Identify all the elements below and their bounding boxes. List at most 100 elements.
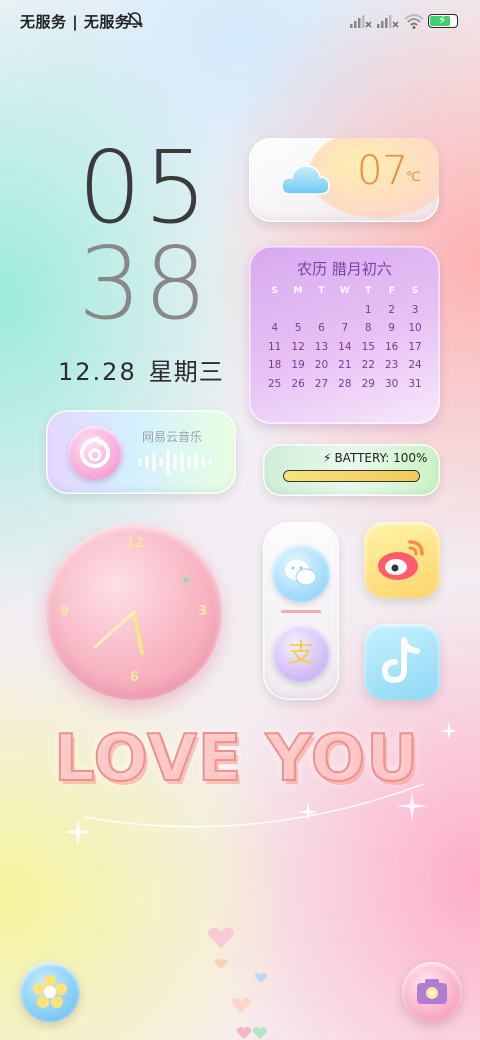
music-widget[interactable]: 网易云音乐: [46, 410, 236, 494]
calendar-day[interactable]: 4: [263, 319, 286, 338]
wifi-icon: [404, 14, 424, 29]
clock-minute: 38: [78, 225, 210, 342]
calendar-day: [286, 301, 309, 320]
carrier-text: 无服务 | 无服务: [20, 13, 131, 31]
temperature: 07: [357, 148, 408, 194]
calendar-day[interactable]: 30: [380, 375, 403, 394]
battery-percent-text: BATTERY: 100%: [334, 451, 428, 465]
lunar-date: 农历 腊月初六: [297, 260, 392, 278]
calendar-weekday-label: T: [365, 286, 372, 296]
calendar-day[interactable]: 11: [263, 338, 286, 357]
stack-divider: [281, 610, 321, 613]
calendar-day[interactable]: 26: [286, 375, 309, 394]
minute-hand: [93, 610, 136, 649]
calendar-week-row: 123: [263, 301, 427, 320]
date-line: 12.28 星期三: [58, 352, 224, 387]
calendar-widget[interactable]: 农历 腊月初六 S M T W T F S 1 2 3 4 5 6 7 8 9 10 11 12 13 14 15 16 17…: [249, 246, 440, 424]
bolt-icon: ⚡: [323, 451, 332, 465]
calendar-weekday-label: S: [411, 286, 419, 296]
clock-hands: [93, 577, 189, 656]
calendar-day[interactable]: 19: [286, 356, 309, 375]
calendar-day[interactable]: 13: [310, 338, 333, 357]
calendar-day: [263, 301, 286, 320]
calendar-day[interactable]: 18: [263, 356, 286, 375]
decor-arc: [83, 783, 425, 828]
calendar-day[interactable]: 27: [310, 375, 333, 394]
status-bar: 无服务 | 无服务 ⚡: [0, 0, 480, 44]
calendar-day[interactable]: 16: [380, 338, 403, 357]
heart-icon: [231, 997, 251, 1013]
calendar-day[interactable]: 10: [403, 319, 426, 338]
camera-icon[interactable]: [402, 962, 462, 1022]
calendar-week-row: 11 12 13 14 15 16 17: [263, 338, 427, 357]
calendar-weekday-label: M: [293, 286, 303, 296]
weibo-icon[interactable]: [364, 522, 440, 598]
calendar-day-today[interactable]: 28: [333, 375, 356, 394]
calendar-day[interactable]: 12: [286, 338, 309, 357]
sparkle-icon: [64, 818, 92, 846]
calendar-day[interactable]: 17: [403, 338, 426, 357]
calendar-day[interactable]: 23: [380, 356, 403, 375]
hour-hand: [132, 610, 145, 656]
waveform-icon: [138, 449, 212, 475]
calendar-weekday-label: F: [388, 286, 395, 296]
tiktok-icon[interactable]: [364, 624, 440, 700]
calendar-day[interactable]: 1: [357, 301, 380, 320]
analog-clock-widget[interactable]: 12 3 6 9: [46, 524, 222, 700]
battery-bar-fill: [284, 471, 419, 481]
alipay-icon[interactable]: 支: [272, 624, 330, 682]
calendar-day[interactable]: 5: [286, 319, 309, 338]
app-stack: 支: [263, 522, 339, 700]
weekday-text: 星期三: [148, 358, 224, 386]
calendar-day[interactable]: 14: [333, 338, 356, 357]
signal-icon: [350, 15, 372, 28]
calendar-day[interactable]: 7: [333, 319, 356, 338]
calendar-weekday-label: S: [271, 286, 278, 296]
sparkle-icon: [396, 790, 428, 822]
sparkle-icon: [440, 722, 458, 740]
battery-charging-icon: ⚡: [428, 13, 458, 28]
calendar-day[interactable]: 3: [403, 301, 426, 320]
heart-icon: [214, 958, 228, 969]
battery-widget[interactable]: ⚡ BATTERY: 100%: [263, 444, 440, 496]
calendar-day[interactable]: 29: [357, 375, 380, 394]
calendar-day[interactable]: 31: [403, 375, 426, 394]
calendar-weekday-label: W: [339, 286, 350, 296]
sparkle-icon: [298, 802, 318, 822]
calendar-grid: S M T W T F S 1 2 3 4 5 6 7 8 9 10 11 12 13 14 15 16 17 18 19 20 21…: [263, 282, 427, 393]
date-text: 12.28: [58, 358, 137, 386]
calendar-day[interactable]: 22: [357, 356, 380, 375]
calendar-week-row: 18 19 20 21 22 23 24: [263, 356, 427, 375]
battery-bar: [283, 470, 420, 482]
temperature-unit: ℃: [406, 170, 421, 185]
calendar-weekday-header: SMTWTFS: [263, 282, 427, 301]
calendar-day[interactable]: 8: [357, 319, 380, 338]
calendar-day[interactable]: 15: [357, 338, 380, 357]
flower-icon[interactable]: [20, 962, 80, 1022]
calendar-weekday-label: T: [318, 286, 325, 296]
calendar-day[interactable]: 6: [310, 319, 333, 338]
svg-text:支: 支: [288, 639, 314, 669]
calendar-week-row: 4 5 6 7 8 9 10: [263, 319, 427, 338]
calendar-day[interactable]: 9: [380, 319, 403, 338]
heart-icon: [236, 1026, 268, 1039]
digital-clock[interactable]: 05 38: [78, 138, 208, 334]
mute-bell-icon: [126, 12, 144, 28]
calendar-day[interactable]: 25: [263, 375, 286, 394]
calendar-day: [333, 301, 356, 320]
battery-label: ⚡ BATTERY: 100%: [323, 451, 427, 465]
calendar-day[interactable]: 24: [403, 356, 426, 375]
heart-icon: [208, 927, 234, 948]
calendar-day[interactable]: 2: [380, 301, 403, 320]
heart-icon: [254, 972, 268, 983]
wechat-icon[interactable]: [272, 544, 330, 602]
calendar-day[interactable]: 21: [333, 356, 356, 375]
clock-dot: [183, 577, 189, 583]
calendar-week-row: 25 26 27 28 29 30 31: [263, 375, 427, 394]
calendar-day[interactable]: 20: [310, 356, 333, 375]
weather-widget[interactable]: 07 ℃: [249, 138, 439, 222]
cloud-icon: [281, 165, 330, 195]
music-app-title: 网易云音乐: [142, 430, 203, 444]
netease-music-icon[interactable]: [68, 426, 122, 480]
calendar-day: [310, 301, 333, 320]
